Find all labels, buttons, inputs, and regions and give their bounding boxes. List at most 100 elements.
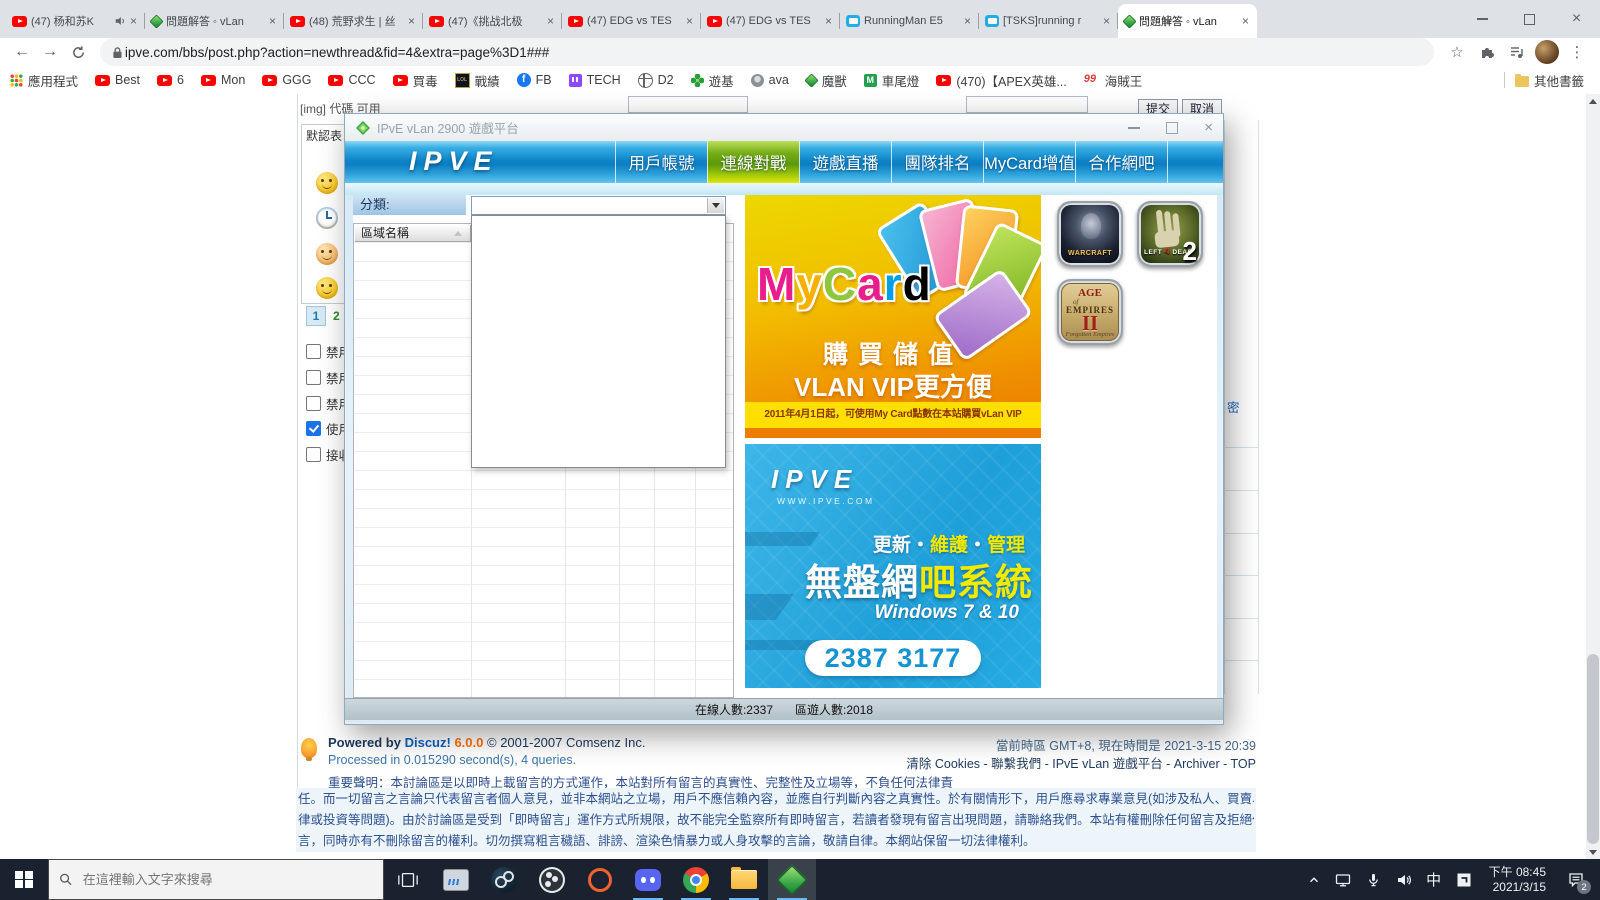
- app-title-bar[interactable]: IPvE vLan 2900 遊戲平台 ×: [345, 114, 1223, 142]
- smiley-blush-icon[interactable]: [316, 243, 338, 265]
- bookmark-item[interactable]: CCC: [328, 73, 375, 87]
- browser-tab[interactable]: [TSKS]running r ×: [979, 4, 1118, 38]
- mycard-ad-banner[interactable]: 400. 50. MyCard 購買儲值 VLAN VIP更方便 2011年4月…: [745, 195, 1041, 438]
- combobox-arrow-icon[interactable]: [707, 198, 724, 213]
- browser-minimize-button[interactable]: [1459, 0, 1506, 38]
- tray-expand-button[interactable]: [1301, 859, 1327, 900]
- app-nav-tab[interactable]: MyCard增值: [983, 141, 1075, 183]
- smiley-grin-icon[interactable]: [316, 172, 338, 194]
- scrollbar-thumb[interactable]: [1587, 654, 1599, 844]
- bookmark-item[interactable]: GGG: [262, 73, 311, 87]
- address-bar[interactable]: [100, 38, 1434, 66]
- reload-button[interactable]: [64, 38, 92, 66]
- tab-close-icon[interactable]: ×: [823, 14, 834, 28]
- chrome-menu-icon[interactable]: ⋮: [1562, 38, 1592, 66]
- bookmark-item[interactable]: 6: [157, 73, 184, 87]
- browser-tab[interactable]: 問題解答 ◦ vLan ×: [1118, 4, 1257, 38]
- app-minimize-button[interactable]: [1128, 127, 1140, 129]
- volume-tray-icon[interactable]: [1391, 859, 1417, 900]
- extensions-puzzle-icon[interactable]: [1472, 38, 1502, 66]
- bookmark-item[interactable]: 海賊王: [1084, 71, 1143, 90]
- footer-links[interactable]: 清除 Cookies - 聯繫我們 - IPvE vLan 遊戲平台 - Arc…: [906, 753, 1256, 772]
- form-input-fragment[interactable]: [966, 96, 1088, 113]
- app-nav-tab[interactable]: 遊戲直播: [799, 141, 891, 183]
- bookmark-item[interactable]: Mon: [201, 73, 245, 87]
- category-combobox[interactable]: [471, 196, 726, 215]
- search-input[interactable]: [81, 871, 373, 888]
- tab-close-icon[interactable]: ×: [1240, 14, 1251, 28]
- tab-close-icon[interactable]: ×: [1101, 14, 1112, 28]
- tab-close-icon[interactable]: ×: [267, 14, 278, 28]
- option-checkbox-row[interactable]: 禁用: [306, 396, 346, 411]
- option-checkbox-row[interactable]: 接收: [306, 447, 346, 462]
- option-checkbox-row[interactable]: 使用: [306, 421, 346, 436]
- url-input[interactable]: [123, 44, 1422, 61]
- browser-maximize-button[interactable]: [1506, 0, 1553, 38]
- tab-close-icon[interactable]: ×: [406, 14, 417, 28]
- bookmark-item[interactable]: FB: [517, 73, 552, 87]
- checkbox[interactable]: [306, 421, 321, 436]
- browser-close-button[interactable]: ×: [1553, 0, 1600, 38]
- taskbar-app-chrome[interactable]: [672, 859, 720, 900]
- taskbar-app-origin[interactable]: [576, 859, 624, 900]
- bookmark-star-icon[interactable]: ☆: [1442, 38, 1472, 66]
- app-maximize-button[interactable]: [1166, 122, 1178, 134]
- tab-audio-icon[interactable]: [114, 15, 126, 27]
- option-checkbox-row[interactable]: 禁用: [306, 370, 346, 385]
- page-scrollbar[interactable]: [1586, 94, 1600, 859]
- action-center-button[interactable]: 2: [1558, 859, 1594, 900]
- bookmark-item[interactable]: 魔獸: [806, 71, 847, 90]
- pagination-current[interactable]: 1: [306, 306, 326, 326]
- app-close-button[interactable]: ×: [1204, 120, 1213, 135]
- microphone-tray-icon[interactable]: [1361, 859, 1387, 900]
- browser-tab[interactable]: (47)《挑战北极 ×: [423, 4, 562, 38]
- scroll-up-icon[interactable]: [1586, 94, 1600, 108]
- task-view-button[interactable]: [384, 859, 432, 900]
- taskbar-app-explorer[interactable]: [720, 859, 768, 900]
- app-nav-tab[interactable]: 合作網吧: [1075, 141, 1168, 183]
- smiley-clock-icon[interactable]: [316, 207, 338, 229]
- left4dead2-game-icon[interactable]: LEFT 4 DEAD 2: [1137, 201, 1203, 267]
- option-checkbox-row[interactable]: 禁用: [306, 344, 346, 359]
- checkbox[interactable]: [306, 447, 321, 462]
- taskbar-clock[interactable]: 下午 08:45 2021/3/15: [1481, 865, 1554, 895]
- warcraft3-game-icon[interactable]: WARCRAFT: [1057, 201, 1123, 267]
- bookmark-item[interactable]: 遊基: [691, 71, 734, 90]
- taskbar-search-box[interactable]: [48, 859, 384, 900]
- checkbox[interactable]: [306, 344, 321, 359]
- new-tab-button[interactable]: +: [1154, 6, 1182, 34]
- app-nav-tab[interactable]: 團隊排名: [891, 141, 983, 183]
- bookmark-item[interactable]: 車尾燈: [864, 71, 920, 90]
- other-bookmarks-folder[interactable]: 其他書籤: [1515, 71, 1584, 90]
- form-input-fragment[interactable]: [628, 96, 748, 113]
- tab-close-icon[interactable]: ×: [545, 14, 556, 28]
- ime-language-indicator[interactable]: 中: [1421, 859, 1447, 900]
- taskbar-app-obs[interactable]: [528, 859, 576, 900]
- taskbar-app-steam[interactable]: [480, 859, 528, 900]
- checkbox[interactable]: [306, 370, 321, 385]
- tab-close-icon[interactable]: ×: [962, 14, 973, 28]
- bookmark-item[interactable]: 戰績: [455, 71, 500, 90]
- ime-mode-icon[interactable]: [1451, 859, 1477, 900]
- start-button[interactable]: [0, 859, 48, 900]
- bookmark-item[interactable]: Best: [95, 73, 140, 87]
- bookmark-item[interactable]: TECH: [569, 73, 621, 87]
- bookmark-item[interactable]: 應用程式: [10, 71, 78, 90]
- bookmark-item[interactable]: ava: [751, 73, 789, 87]
- taskbar-app-discord[interactable]: [624, 859, 672, 900]
- bookmark-item[interactable]: D2: [638, 73, 674, 88]
- smiley-smile-icon[interactable]: [316, 277, 338, 299]
- forward-button[interactable]: →: [36, 38, 64, 66]
- back-button[interactable]: ←: [8, 38, 36, 66]
- tab-close-icon[interactable]: ×: [128, 14, 139, 28]
- ipve-ad-banner[interactable]: IPVE WWW.IPVE.COM 更新・維護・管理 無盤網吧系統 Window…: [745, 444, 1041, 688]
- browser-tab[interactable]: 問題解答 ◦ vLan ×: [145, 4, 284, 38]
- bookmark-item[interactable]: (470)【APEX英雄...: [936, 71, 1066, 90]
- profile-avatar[interactable]: [1532, 38, 1562, 66]
- taskbar-app-vlan[interactable]: [768, 859, 816, 900]
- network-tray-icon[interactable]: [1331, 859, 1357, 900]
- taskbar-app-sysmon[interactable]: [432, 859, 480, 900]
- discuz-link[interactable]: Discuz!: [405, 735, 451, 750]
- browser-tab[interactable]: RunningMan E5 ×: [840, 4, 979, 38]
- region-list-header[interactable]: 區域名稱: [355, 225, 471, 242]
